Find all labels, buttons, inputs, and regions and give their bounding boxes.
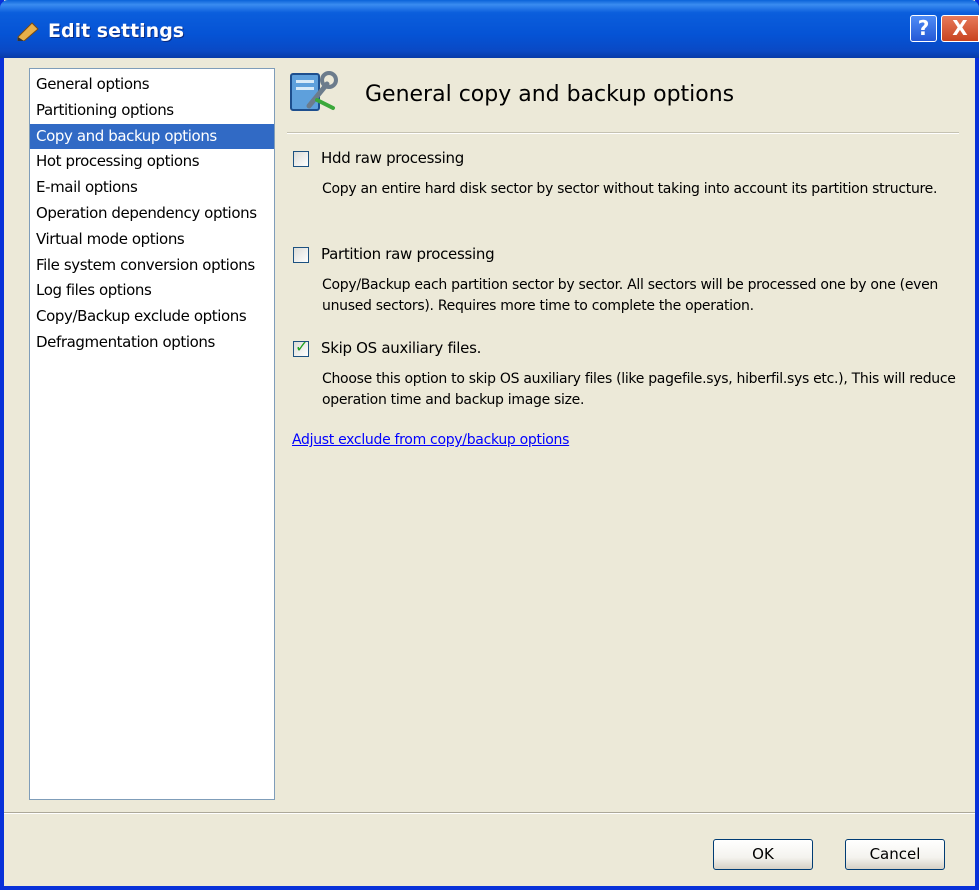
hdd-raw-processing-label[interactable]: Hdd raw processing [321,149,464,167]
options-panel: General copy and backup options Hdd raw … [287,60,967,810]
skip-os-auxiliary-files-label[interactable]: Skip OS auxiliary files. [321,339,481,357]
skip-os-auxiliary-files-checkbox[interactable]: ✓ [293,337,309,357]
sidebar-item-partitioning-options[interactable]: Partitioning options [30,98,274,124]
hdd-raw-processing-checkbox[interactable] [293,151,309,167]
page-title: General copy and backup options [365,82,735,107]
partition-raw-processing-label[interactable]: Partition raw processing [321,245,495,263]
sidebar-item-file-system-conversion-options[interactable]: File system conversion options [30,253,274,279]
sidebar-item-operation-dependency-options[interactable]: Operation dependency options [30,201,274,227]
adjust-exclude-link[interactable]: Adjust exclude from copy/backup options [292,432,569,448]
window-title: Edit settings [48,20,185,42]
sidebar-item-email-options[interactable]: E-mail options [30,175,274,201]
checkmark-icon: ✓ [295,337,309,356]
help-button[interactable]: ? [910,15,937,42]
edit-settings-dialog: Edit settings ? X General options Partit… [0,0,979,890]
title-bar[interactable]: Edit settings ? X [0,0,979,58]
partition-raw-processing-checkbox[interactable] [293,247,309,263]
sidebar-item-hot-processing-options[interactable]: Hot processing options [30,149,274,175]
sidebar-item-general-options[interactable]: General options [30,72,274,98]
sidebar-item-copy-backup-exclude-options[interactable]: Copy/Backup exclude options [30,304,274,330]
header-divider [287,132,959,134]
ok-button[interactable]: OK [713,839,813,870]
sidebar-item-defragmentation-options[interactable]: Defragmentation options [30,330,274,356]
pencil-icon [17,22,39,41]
settings-tools-icon [290,71,338,111]
hdd-raw-processing-description: Copy an entire hard disk sector by secto… [322,181,938,197]
close-button[interactable]: X [941,15,979,42]
skip-os-auxiliary-files-description: Choose this option to skip OS auxiliary … [322,371,956,408]
partition-raw-processing-description: Copy/Backup each partition sector by sec… [322,277,939,314]
cancel-button[interactable]: Cancel [845,839,945,870]
sidebar-item-copy-and-backup-options[interactable]: Copy and backup options [30,123,274,150]
footer-divider [4,812,975,814]
sidebar-item-virtual-mode-options[interactable]: Virtual mode options [30,227,274,253]
options-category-list[interactable]: General options Partitioning options Cop… [29,68,275,800]
sidebar-item-log-files-options[interactable]: Log files options [30,278,274,304]
